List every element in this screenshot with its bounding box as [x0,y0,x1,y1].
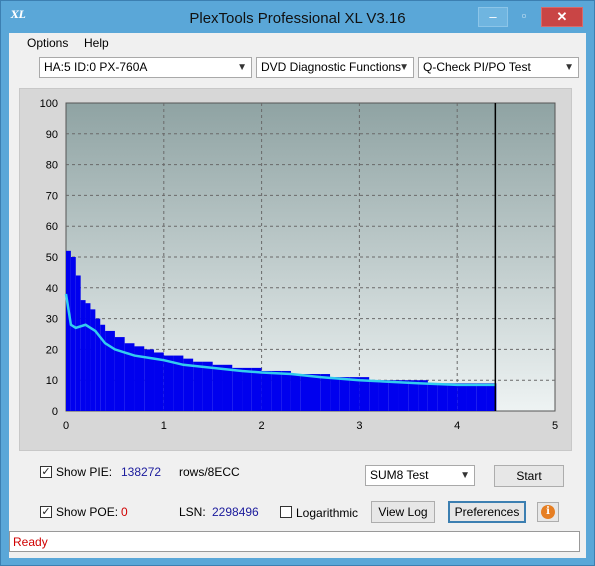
y-tick-label: 20 [46,344,58,356]
start-button[interactable]: Start [494,465,564,487]
menu-options[interactable]: Options [27,36,68,50]
pie-value: 138272 [121,465,162,479]
x-tick-label: 0 [63,420,69,432]
pie-bar [339,377,350,411]
y-tick-label: 100 [40,98,58,110]
pie-bar [261,370,272,411]
close-button[interactable]: ✕ [541,7,583,27]
x-tick-label: 2 [259,420,265,432]
y-tick-label: 40 [46,283,58,295]
pie-bar [486,383,496,411]
minimize-button[interactable]: – [478,7,508,27]
drive-select[interactable]: HA:5 ID:0 PX-760A ▼ [39,57,252,78]
pie-bar [330,377,340,411]
poe-value: 0 [121,505,128,519]
pie-unit: rows/8ECC [179,465,240,479]
sum-test-select-value: SUM8 Test [370,468,429,482]
info-icon: i [541,505,555,519]
chevron-down-icon: ▼ [237,62,247,73]
pie-bar [369,380,379,411]
pie-bar [300,374,311,411]
y-tick-label: 60 [46,221,58,233]
pie-bar [193,361,203,411]
pie-bar [310,374,321,411]
y-tick-label: 10 [46,375,58,387]
toolbar: HA:5 ID:0 PX-760A ▼ DVD Diagnostic Funct… [9,54,586,84]
chevron-down-icon: ▼ [564,62,574,73]
info-button[interactable]: i [537,502,559,522]
chart-panel: 0 10 20 30 40 50 60 70 80 90 100 0 1 2 3 4 5 [19,88,572,451]
pie-bar [271,370,282,411]
pie-bar [457,383,467,411]
pie-bar [359,377,370,411]
pie-bar [466,383,477,411]
y-tick-label: 90 [46,129,58,141]
pie-bar [437,383,448,411]
logarithmic-label: Logarithmic [296,506,359,520]
show-pie-checkbox[interactable]: ✓ [40,466,52,478]
pie-bar [281,370,291,411]
drive-select-value: HA:5 ID:0 PX-760A [44,60,148,74]
pie-bar [408,380,419,411]
pie-bar [80,300,86,411]
y-tick-label: 50 [46,252,58,264]
view-log-button[interactable]: View Log [371,501,435,523]
y-tick-label: 80 [46,160,58,172]
function-select[interactable]: DVD Diagnostic Functions ▼ [256,57,414,78]
title-bar[interactable]: XL PlexTools Professional XL V3.16 – ▫ ✕ [1,1,594,33]
maximize-button[interactable]: ▫ [510,7,538,25]
show-poe-checkbox[interactable]: ✓ [40,506,52,518]
pie-bar [202,361,213,411]
lsn-label: LSN: [179,505,206,519]
chevron-down-icon: ▼ [460,470,470,481]
menu-help[interactable]: Help [84,36,109,50]
status-text: Ready [13,535,48,549]
y-tick-label: 0 [52,406,58,418]
client-area: Options Help HA:5 ID:0 PX-760A ▼ DVD Dia… [9,33,586,558]
status-bar: Ready [9,531,580,552]
pie-bar [242,367,252,411]
pie-bar [212,364,223,411]
pie-bar [378,380,389,411]
show-poe-label: Show POE: [56,505,119,519]
logarithmic-checkbox[interactable] [280,506,292,518]
test-type-select[interactable]: Q-Check PI/PO Test ▼ [418,57,579,78]
x-tick-label: 5 [552,420,558,432]
pi-chart: 0 10 20 30 40 50 60 70 80 90 100 0 1 2 3 4 5 [40,98,558,432]
y-tick-label: 70 [46,190,58,202]
function-select-value: DVD Diagnostic Functions [261,60,402,74]
pie-bar [349,377,360,411]
menu-bar: Options Help [9,33,586,53]
show-pie-label: Show PIE: [56,465,113,479]
pie-bar [70,257,76,411]
x-tick-label: 4 [454,420,460,432]
pie-bar [75,275,81,411]
pie-bar [388,380,399,411]
pie-bar [90,309,96,411]
preferences-button[interactable]: Preferences [448,501,526,523]
pie-bar [427,383,438,411]
pie-bar [476,383,487,411]
pie-bar [398,380,409,411]
pie-bar [447,383,458,411]
y-tick-label: 30 [46,314,58,326]
pie-bar [232,367,243,411]
pie-bar [154,352,164,411]
app-window: XL PlexTools Professional XL V3.16 – ▫ ✕… [0,0,595,566]
chevron-down-icon: ▼ [399,62,409,73]
sum-test-select[interactable]: SUM8 Test ▼ [365,465,475,486]
pie-bar [290,374,301,411]
lsn-value: 2298496 [212,505,259,519]
pie-bar [114,337,125,411]
pie-bar [66,250,71,411]
x-tick-label: 1 [161,420,167,432]
pie-bar [85,303,91,411]
pie-bar [222,364,233,411]
pie-bar [251,367,262,411]
pie-bar [163,355,174,411]
x-tick-label: 3 [356,420,362,432]
test-type-select-value: Q-Check PI/PO Test [423,60,531,74]
pie-bar [320,374,331,411]
